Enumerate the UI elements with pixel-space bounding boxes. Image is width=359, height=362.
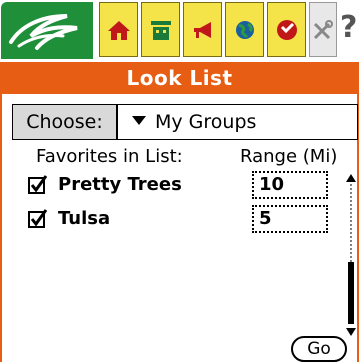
panel-border-left bbox=[0, 94, 2, 362]
choose-row: Choose: My Groups bbox=[12, 104, 358, 140]
tools-button[interactable] bbox=[309, 2, 337, 57]
group-select[interactable]: My Groups bbox=[120, 105, 357, 139]
scroll-thumb[interactable] bbox=[348, 262, 354, 324]
favorite-row: Pretty Trees bbox=[28, 172, 182, 198]
scroll-up-icon[interactable] bbox=[346, 174, 356, 182]
building-icon bbox=[150, 20, 171, 40]
help-button[interactable]: ? bbox=[340, 4, 359, 52]
group-select-value: My Groups bbox=[155, 111, 257, 133]
favorite-row: Tulsa bbox=[28, 206, 110, 232]
range-input[interactable]: 5 bbox=[252, 205, 328, 233]
globe-icon bbox=[235, 20, 254, 39]
megaphone-button[interactable] bbox=[183, 2, 222, 57]
favorite-name: Pretty Trees bbox=[58, 174, 182, 195]
list-scrollbar[interactable] bbox=[344, 174, 358, 336]
home-button[interactable] bbox=[99, 2, 138, 57]
scroll-down-icon[interactable] bbox=[346, 328, 356, 336]
toolbar-strip bbox=[93, 0, 359, 62]
home-icon bbox=[107, 20, 130, 40]
go-button[interactable]: Go bbox=[291, 336, 347, 362]
favorite-name: Tulsa bbox=[58, 208, 111, 229]
chevron-down-icon bbox=[132, 116, 146, 125]
building-button[interactable] bbox=[141, 2, 180, 57]
checkbox-checked-icon[interactable] bbox=[28, 209, 48, 229]
toolbar: ? bbox=[0, 0, 359, 62]
globe-button[interactable] bbox=[225, 2, 264, 57]
range-input[interactable]: 10 bbox=[252, 171, 328, 199]
choose-label: Choose: bbox=[13, 105, 118, 139]
stop-icon bbox=[276, 19, 297, 40]
checkbox-checked-icon[interactable] bbox=[28, 175, 48, 195]
favorites-header: Favorites in List: bbox=[36, 146, 183, 167]
range-header: Range (Mi) bbox=[240, 146, 338, 167]
tools-icon bbox=[313, 19, 333, 39]
bird-logo-icon[interactable] bbox=[1, 2, 93, 59]
stop-button[interactable] bbox=[267, 2, 306, 57]
megaphone-icon bbox=[193, 21, 211, 38]
page-title: Look List bbox=[0, 62, 359, 94]
